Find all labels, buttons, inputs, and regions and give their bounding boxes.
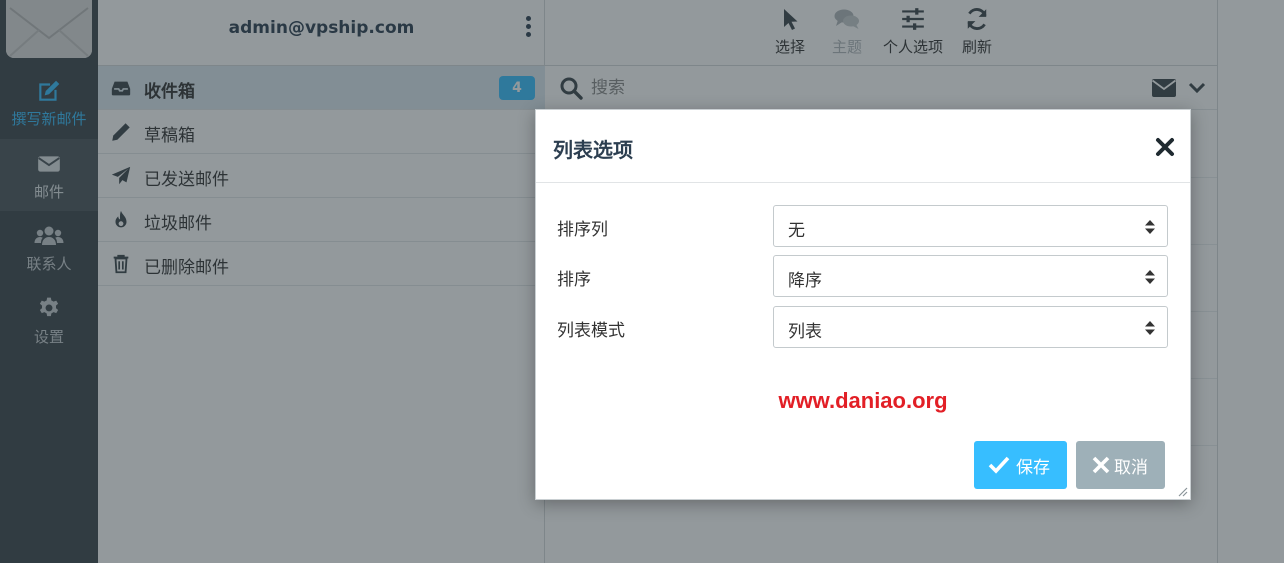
sort-order-select[interactable]: 降序: [773, 255, 1168, 297]
watermark-text: www.daniao.org: [778, 388, 948, 413]
list-mode-label: 列表模式: [557, 321, 625, 341]
select-value: 降序: [788, 271, 822, 291]
sort-arrows-icon: [1145, 321, 1155, 335]
resize-grip-icon[interactable]: [1176, 485, 1188, 497]
sort-column-label: 排序列: [557, 220, 608, 240]
close-icon: [1092, 456, 1110, 474]
close-icon[interactable]: [1154, 136, 1176, 158]
sort-column-row: 排序列 无: [536, 205, 1190, 247]
save-button[interactable]: 保存: [974, 441, 1067, 489]
sort-arrows-icon: [1145, 270, 1155, 284]
sort-arrows-icon: [1145, 220, 1155, 234]
sort-order-label: 排序: [557, 270, 591, 290]
list-mode-select[interactable]: 列表: [773, 306, 1168, 348]
list-options-dialog: 列表选项 排序列 无 排序 降序 列表模式 列表 www.daniao.org …: [535, 109, 1191, 500]
sort-order-row: 排序 降序: [536, 255, 1190, 297]
list-mode-row: 列表模式 列表: [536, 306, 1190, 348]
cancel-label: 取消: [1114, 458, 1148, 478]
dialog-title: 列表选项: [553, 138, 633, 162]
select-value: 列表: [788, 322, 822, 342]
checkmark-icon: [988, 456, 1010, 474]
sort-column-select[interactable]: 无: [773, 205, 1168, 247]
select-value: 无: [788, 221, 805, 241]
dialog-header: 列表选项: [536, 110, 1190, 183]
save-label: 保存: [1016, 458, 1050, 478]
cancel-button[interactable]: 取消: [1076, 441, 1165, 489]
